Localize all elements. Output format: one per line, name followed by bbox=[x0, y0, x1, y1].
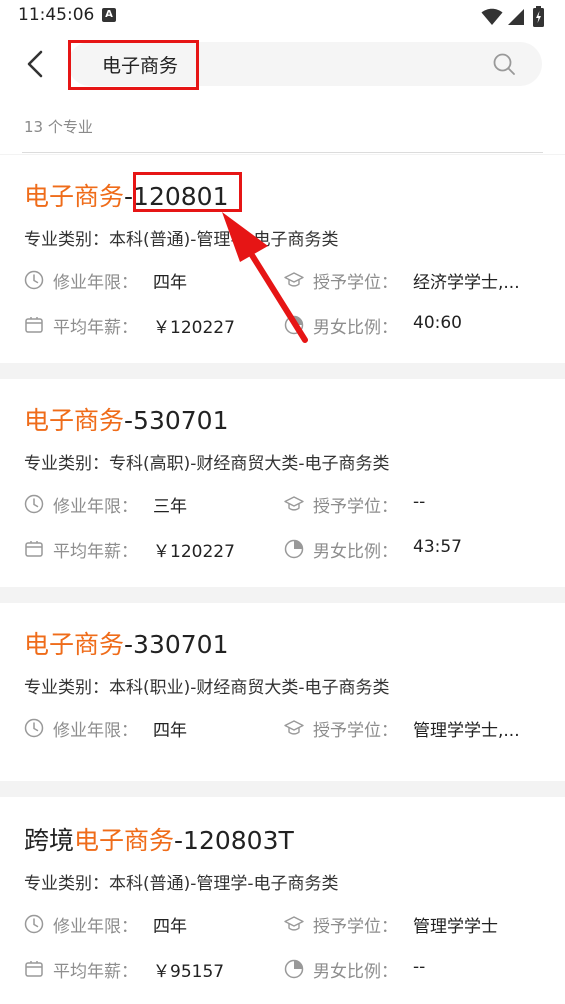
info-row: 修业年限： 四年 授予学位： 管理学学士 bbox=[24, 911, 544, 937]
title-highlight: 电子商务 bbox=[74, 826, 175, 855]
degree-label: 授予学位： bbox=[313, 273, 398, 293]
title-prefix: 跨境 bbox=[24, 826, 75, 855]
clock-icon bbox=[24, 494, 44, 514]
degree-value: 经济学学士,... bbox=[413, 273, 520, 293]
salary-value: ￥120227 bbox=[153, 318, 235, 338]
gender-value: 43:57 bbox=[413, 537, 462, 557]
category-label: 专业类别： bbox=[24, 230, 109, 250]
category-label: 专业类别： bbox=[24, 874, 109, 894]
title-highlight: 电子商务 bbox=[24, 182, 125, 211]
salary-value: ￥95157 bbox=[153, 962, 225, 982]
status-icons bbox=[481, 6, 551, 28]
title-code: -120801 bbox=[124, 182, 229, 211]
degree-cell: 授予学位： 管理学学士,... bbox=[284, 715, 544, 741]
battery-icon bbox=[533, 6, 544, 27]
pie-chart-icon bbox=[284, 959, 304, 979]
duration-value: 四年 bbox=[153, 721, 187, 741]
salary-label: 平均年薪： bbox=[53, 962, 138, 982]
wallet-icon bbox=[25, 317, 43, 333]
major-title: 跨境电子商务-120803T bbox=[24, 821, 294, 857]
wallet-icon bbox=[25, 961, 43, 977]
degree-value: -- bbox=[413, 492, 426, 512]
info-row: 平均年薪： ￥120227 男女比例： 40:60 bbox=[24, 312, 544, 338]
status-time: 11:45:06 bbox=[18, 5, 95, 25]
category-value: 专科(高职)-财经商贸大类-电子商务类 bbox=[109, 454, 390, 474]
duration-label: 修业年限： bbox=[53, 497, 138, 517]
graduation-cap-icon bbox=[284, 272, 304, 287]
salary-value: ￥120227 bbox=[153, 542, 235, 562]
clock-icon bbox=[24, 270, 44, 290]
gender-label: 男女比例： bbox=[313, 542, 398, 562]
wallet-icon bbox=[25, 541, 43, 557]
major-card[interactable]: 电子商务-530701 专业类别：专科(高职)-财经商贸大类-电子商务类 修业年… bbox=[0, 379, 565, 587]
gender-label: 男女比例： bbox=[313, 962, 398, 982]
title-highlight: 电子商务 bbox=[24, 630, 125, 659]
duration-label: 修业年限： bbox=[53, 721, 138, 741]
graduation-cap-icon bbox=[284, 496, 304, 511]
duration-label: 修业年限： bbox=[53, 917, 138, 937]
gender-cell: 男女比例： 43:57 bbox=[284, 536, 544, 562]
info-row: 平均年薪： ￥95157 男女比例： -- bbox=[24, 956, 544, 982]
back-arrow-icon[interactable] bbox=[22, 48, 50, 80]
degree-cell: 授予学位： -- bbox=[284, 491, 544, 517]
gender-label: 男女比例： bbox=[313, 318, 398, 338]
title-code: -120803T bbox=[174, 826, 294, 855]
status-bar: 11:45:06 A bbox=[0, 0, 565, 34]
category-label: 专业类别： bbox=[24, 678, 109, 698]
search-icon[interactable] bbox=[492, 52, 516, 76]
major-category: 专业类别：本科(职业)-财经商贸大类-电子商务类 bbox=[24, 673, 390, 698]
category-label: 专业类别： bbox=[24, 454, 109, 474]
info-row: 平均年薪： ￥120227 男女比例： 43:57 bbox=[24, 536, 544, 562]
major-title: 电子商务-330701 bbox=[24, 625, 228, 661]
title-code: -330701 bbox=[124, 630, 229, 659]
category-value: 本科(普通)-管理学-电子商务类 bbox=[109, 874, 339, 894]
gender-cell: 男女比例： -- bbox=[284, 956, 544, 982]
major-card[interactable]: 电子商务-120801 专业类别：本科(普通)-管理学-电子商务类 修业年限： … bbox=[0, 155, 565, 363]
search-input[interactable]: 电子商务 bbox=[68, 42, 542, 86]
duration-value: 三年 bbox=[153, 497, 187, 517]
pie-chart-icon bbox=[284, 539, 304, 559]
degree-cell: 授予学位： 经济学学士,... bbox=[284, 267, 544, 293]
degree-value: 管理学学士 bbox=[413, 917, 498, 937]
divider bbox=[22, 152, 543, 153]
major-card[interactable]: 跨境电子商务-120803T 专业类别：本科(普通)-管理学-电子商务类 修业年… bbox=[0, 797, 565, 1004]
degree-label: 授予学位： bbox=[313, 721, 398, 741]
title-highlight: 电子商务 bbox=[24, 406, 125, 435]
graduation-cap-icon bbox=[284, 916, 304, 931]
degree-label: 授予学位： bbox=[313, 917, 398, 937]
title-code: -530701 bbox=[124, 406, 229, 435]
info-row: 修业年限： 三年 授予学位： -- bbox=[24, 491, 544, 517]
signal-icon bbox=[508, 9, 524, 25]
category-value: 本科(职业)-财经商贸大类-电子商务类 bbox=[109, 678, 390, 698]
major-category: 专业类别：专科(高职)-财经商贸大类-电子商务类 bbox=[24, 449, 390, 474]
search-query-text: 电子商务 bbox=[102, 55, 179, 77]
major-title: 电子商务-120801 bbox=[24, 177, 228, 213]
salary-label: 平均年薪： bbox=[53, 542, 138, 562]
duration-label: 修业年限： bbox=[53, 273, 138, 293]
salary-label: 平均年薪： bbox=[53, 318, 138, 338]
major-category: 专业类别：本科(普通)-管理学-电子商务类 bbox=[24, 869, 339, 894]
major-title: 电子商务-530701 bbox=[24, 401, 228, 437]
duration-value: 四年 bbox=[153, 917, 187, 937]
duration-value: 四年 bbox=[153, 273, 187, 293]
info-row: 修业年限： 四年 授予学位： 经济学学士,... bbox=[24, 267, 544, 293]
degree-value: 管理学学士,... bbox=[413, 721, 520, 741]
search-header: 电子商务 13 个专业 bbox=[0, 34, 565, 154]
notification-a-icon: A bbox=[102, 8, 116, 22]
gender-cell: 男女比例： 40:60 bbox=[284, 312, 544, 338]
graduation-cap-icon bbox=[284, 720, 304, 735]
pie-chart-icon bbox=[284, 315, 304, 335]
gender-value: -- bbox=[413, 957, 426, 977]
major-category: 专业类别：本科(普通)-管理学-电子商务类 bbox=[24, 225, 339, 250]
category-value: 本科(普通)-管理学-电子商务类 bbox=[109, 230, 339, 250]
info-row: 修业年限： 四年 授予学位： 管理学学士,... bbox=[24, 715, 544, 741]
clock-icon bbox=[24, 718, 44, 738]
wifi-icon bbox=[481, 8, 503, 25]
clock-icon bbox=[24, 914, 44, 934]
degree-cell: 授予学位： 管理学学士 bbox=[284, 911, 544, 937]
major-card[interactable]: 电子商务-330701 专业类别：本科(职业)-财经商贸大类-电子商务类 修业年… bbox=[0, 603, 565, 781]
result-count: 13 个专业 bbox=[24, 118, 93, 136]
gender-value: 40:60 bbox=[413, 313, 462, 333]
degree-label: 授予学位： bbox=[313, 497, 398, 517]
